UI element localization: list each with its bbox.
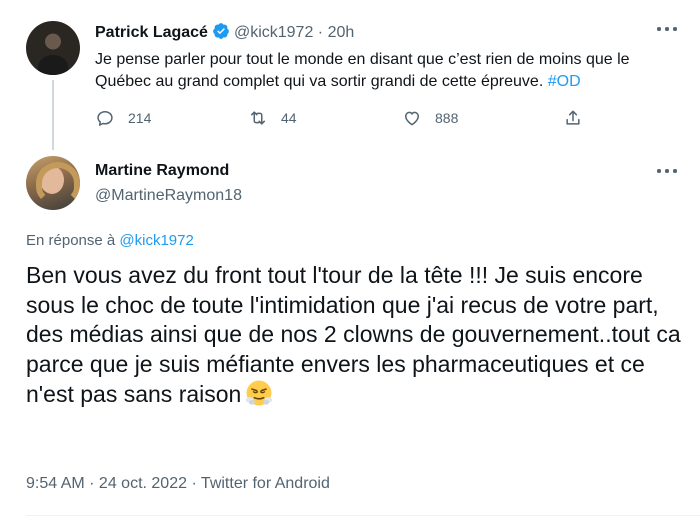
parent-more-options-icon[interactable]	[656, 25, 678, 33]
replying-to-handle-link[interactable]: @kick1972	[119, 232, 193, 249]
reply-tweet-text: Ben vous avez du front tout l'tour de la…	[26, 261, 696, 410]
heart-icon	[405, 111, 419, 126]
retweet-count: 44	[281, 110, 297, 126]
parent-tweet-time[interactable]: 20h	[328, 24, 355, 41]
steam-from-nose-face-icon	[246, 380, 273, 406]
share-icon	[566, 110, 580, 125]
like-button[interactable]: 888	[402, 108, 458, 128]
like-count: 888	[435, 110, 459, 126]
divider	[26, 515, 700, 516]
retweet-button[interactable]: 44	[248, 108, 297, 128]
parent-author-handle[interactable]: @kick1972	[234, 24, 313, 41]
reply-tweet-meta[interactable]: 9:54 AM · 24 oct. 2022 · Twitter for And…	[26, 474, 330, 494]
parent-author-avatar[interactable]	[26, 21, 80, 75]
share-button[interactable]	[563, 108, 583, 128]
reply-author-name[interactable]: Martine Raymond	[95, 161, 229, 181]
parent-tweet-actions: 214 44 888	[95, 108, 595, 130]
reply-author-handle[interactable]: @MartineRaymon18	[95, 186, 242, 206]
reply-author-avatar[interactable]	[26, 156, 80, 210]
retweet-icon	[251, 111, 265, 125]
replying-to-prefix: En réponse à	[26, 232, 120, 249]
reply-button[interactable]: 214	[95, 108, 151, 128]
parent-tweet-header: Patrick Lagacé @kick1972 · 20h	[95, 22, 354, 43]
parent-tweet-text: Je pense parler pour tout le monde en di…	[95, 49, 685, 93]
separator-dot: ·	[317, 24, 324, 41]
reply-more-options-icon[interactable]	[656, 167, 678, 175]
reply-icon	[97, 111, 113, 126]
replying-to-line: En réponse à @kick1972	[26, 231, 194, 251]
verified-badge-icon	[213, 23, 229, 39]
reply-tweet-body: Ben vous avez du front tout l'tour de la…	[26, 262, 681, 407]
parent-tweet[interactable]: Patrick Lagacé @kick1972 · 20h Je pense p…	[0, 0, 700, 150]
parent-author-name[interactable]: Patrick Lagacé	[95, 24, 208, 41]
thread-line	[52, 80, 54, 150]
reply-count: 214	[128, 110, 152, 126]
hashtag-link[interactable]: #OD	[548, 73, 581, 90]
